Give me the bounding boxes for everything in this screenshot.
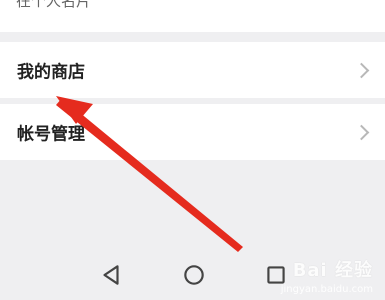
menu-item-my-store[interactable]: 我的商店 xyxy=(0,42,385,98)
menu-item-account-management[interactable]: 帐号管理 xyxy=(0,104,385,160)
top-row-label: 在个人名片 xyxy=(16,0,92,10)
triangle-back-icon[interactable] xyxy=(98,262,124,288)
chevron-right-icon xyxy=(353,62,370,79)
circle-home-icon[interactable] xyxy=(181,262,207,288)
settings-screen: 在个人名片 我的商店 帐号管理 Bai 经验 jingyan.baidu.com xyxy=(0,0,385,300)
menu-item-label: 我的商店 xyxy=(17,62,85,83)
watermark-url: jingyan.baidu.com xyxy=(280,284,373,295)
watermark-logo: Bai 经验 xyxy=(292,260,373,281)
chevron-right-icon xyxy=(353,124,370,141)
top-menu-row-partial[interactable]: 在个人名片 xyxy=(0,0,385,32)
menu-item-label: 帐号管理 xyxy=(17,124,85,145)
